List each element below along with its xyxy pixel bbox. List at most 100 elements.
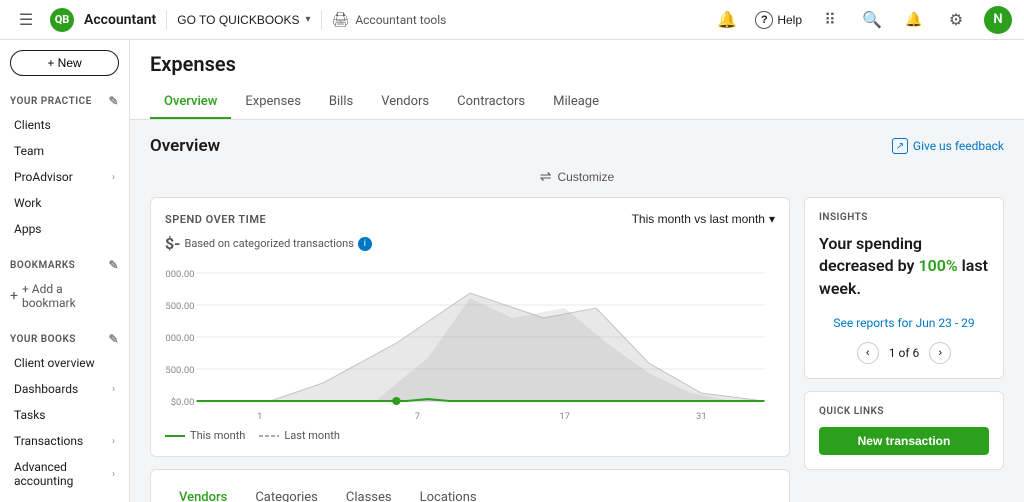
app-title: Accountant [84, 12, 156, 28]
help-label: Help [777, 13, 802, 27]
gear-button[interactable]: ⚙ [942, 6, 970, 34]
printer-icon: 🖨 [332, 12, 350, 28]
insights-text: Your spending decreased by 100% last wee… [819, 233, 989, 300]
go-quickbooks-button[interactable]: GO TO QUICKBOOKS ▾ [177, 13, 310, 27]
svg-text:$0.00: $0.00 [171, 397, 195, 408]
bottom-tab-vendors[interactable]: Vendors [165, 484, 241, 502]
nav-divider [166, 10, 167, 30]
content-body: Overview ↗ Give us feedback ⇌ Customize [130, 120, 1024, 502]
bookmarks-section: BOOKMARKS ✎ + + Add a bookmark [0, 248, 129, 322]
svg-text:7: 7 [415, 411, 420, 422]
quick-links-card: QUICK LINKS New transaction [804, 391, 1004, 470]
top-nav-right: 🔔 ? Help ⠿ 🔍 🔔 ⚙ N [713, 6, 1012, 34]
sidebar-item-work[interactable]: Work [4, 190, 125, 216]
user-initial: N [993, 12, 1002, 27]
date-filter-button[interactable]: This month vs last month ▾ [632, 212, 775, 226]
svg-text:$1,000.00: $1,000.00 [165, 333, 194, 344]
qb-logo: QB [50, 8, 74, 32]
bottom-tabs-bar: Vendors Categories Classes Locations [165, 484, 775, 502]
bottom-tab-categories[interactable]: Categories [241, 484, 332, 502]
customize-label: Customize [558, 170, 615, 184]
tabs-bar: Overview Expenses Bills Vendors Contract… [150, 86, 1004, 119]
legend-current-month: This month [165, 429, 245, 442]
new-transaction-button[interactable]: New transaction [819, 427, 989, 455]
sidebar-item-team[interactable]: Team [4, 138, 125, 164]
svg-text:1: 1 [257, 411, 262, 422]
bookmarks-edit-icon[interactable]: ✎ [108, 258, 119, 272]
tab-vendors[interactable]: Vendors [367, 86, 443, 119]
quick-links-label: QUICK LINKS [819, 406, 989, 417]
sliders-icon: ⇌ [540, 168, 552, 185]
legend-last-month: Last month [259, 429, 340, 442]
sidebar: + New YOUR PRACTICE ✎ Clients Team ProAd… [0, 40, 130, 502]
svg-text:$500.00: $500.00 [165, 365, 194, 376]
solid-line-icon [165, 435, 185, 437]
accountant-tools-label: Accountant tools [355, 13, 446, 27]
dollar-sign-icon: $- [165, 234, 180, 253]
side-column: INSIGHTS Your spending decreased by 100%… [804, 197, 1004, 502]
bottom-tab-classes[interactable]: Classes [332, 484, 406, 502]
insights-report-link[interactable]: See reports for Jun 23 - 29 [819, 316, 989, 330]
hamburger-icon: ☰ [19, 10, 33, 30]
chevron-down-icon: ▾ [306, 14, 311, 25]
insights-prev-button[interactable]: ‹ [857, 342, 879, 364]
books-edit-icon[interactable]: ✎ [108, 332, 119, 346]
your-books-section: YOUR BOOKS ✎ Client overview Dashboards … [0, 322, 129, 502]
sidebar-item-clients[interactable]: Clients [4, 112, 125, 138]
notification-icon-button[interactable]: 🔔 [713, 6, 741, 34]
bookmarks-header: BOOKMARKS ✎ [0, 254, 129, 276]
sidebar-item-dashboards[interactable]: Dashboards › [4, 376, 125, 402]
insights-pagination: 1 of 6 [889, 346, 919, 360]
bell-button[interactable]: 🔔 [900, 6, 928, 34]
apps-grid-icon: ⠿ [824, 10, 836, 30]
spend-chart-svg: $2,000.00 $1,500.00 $1,000.00 $500.00 $0… [165, 263, 775, 423]
main-layout: + New YOUR PRACTICE ✎ Clients Team ProAd… [0, 40, 1024, 502]
help-button[interactable]: ? Help [755, 11, 802, 29]
tab-bills[interactable]: Bills [315, 86, 367, 119]
insights-nav: ‹ 1 of 6 › [819, 342, 989, 364]
tab-contractors[interactable]: Contractors [443, 86, 539, 119]
your-practice-section: YOUR PRACTICE ✎ Clients Team ProAdvisor … [0, 84, 129, 248]
bottom-tab-locations[interactable]: Locations [406, 484, 491, 502]
accountant-tools: 🖨 Accountant tools [332, 12, 447, 28]
chart-card-header: SPEND OVER TIME This month vs last month… [165, 212, 775, 226]
add-bookmark-button[interactable]: + + Add a bookmark [0, 276, 129, 316]
new-button-wrap: + New [0, 40, 129, 84]
section-title: Overview [150, 136, 220, 156]
tab-mileage[interactable]: Mileage [539, 86, 613, 119]
insights-label: INSIGHTS [819, 212, 989, 223]
feedback-icon: ↗ [892, 138, 908, 154]
apps-grid-button[interactable]: ⠿ [816, 6, 844, 34]
content-header: Expenses Overview Expenses Bills Vendors… [130, 40, 1024, 120]
tab-expenses[interactable]: Expenses [231, 86, 315, 119]
insights-next-button[interactable]: › [929, 342, 951, 364]
page-title: Expenses [150, 52, 1004, 76]
search-button[interactable]: 🔍 [858, 6, 886, 34]
hamburger-button[interactable]: ☰ [12, 6, 40, 34]
svg-text:31: 31 [696, 411, 707, 422]
nav-divider2 [321, 10, 322, 30]
plus-icon: + [10, 288, 18, 304]
new-button[interactable]: + New [10, 50, 119, 76]
tab-overview[interactable]: Overview [150, 86, 231, 119]
svg-text:$1,500.00: $1,500.00 [165, 301, 194, 312]
feedback-link[interactable]: ↗ Give us feedback [892, 138, 1004, 154]
info-icon[interactable]: i [358, 237, 372, 251]
bookmarks-label: BOOKMARKS [10, 260, 75, 271]
sidebar-item-advanced-accounting[interactable]: Advanced accounting › [4, 454, 125, 494]
sidebar-item-client-overview[interactable]: Client overview [4, 350, 125, 376]
sidebar-item-tasks[interactable]: Tasks [4, 402, 125, 428]
insights-card: INSIGHTS Your spending decreased by 100%… [804, 197, 1004, 379]
your-books-header: YOUR BOOKS ✎ [0, 328, 129, 350]
user-avatar[interactable]: N [984, 6, 1012, 34]
dashboards-chevron: › [112, 384, 115, 395]
sidebar-item-apps[interactable]: Apps [4, 216, 125, 242]
sidebar-item-sales[interactable]: Sales › [4, 494, 125, 502]
chart-legend: This month Last month [165, 429, 775, 442]
sidebar-item-transactions[interactable]: Transactions › [4, 428, 125, 454]
customize-button[interactable]: ⇌ Customize [540, 168, 614, 185]
search-icon: 🔍 [862, 10, 882, 30]
sidebar-item-proadvisor[interactable]: ProAdvisor › [4, 164, 125, 190]
edit-icon[interactable]: ✎ [108, 94, 119, 108]
go-quickbooks-label: GO TO QUICKBOOKS [177, 13, 299, 27]
